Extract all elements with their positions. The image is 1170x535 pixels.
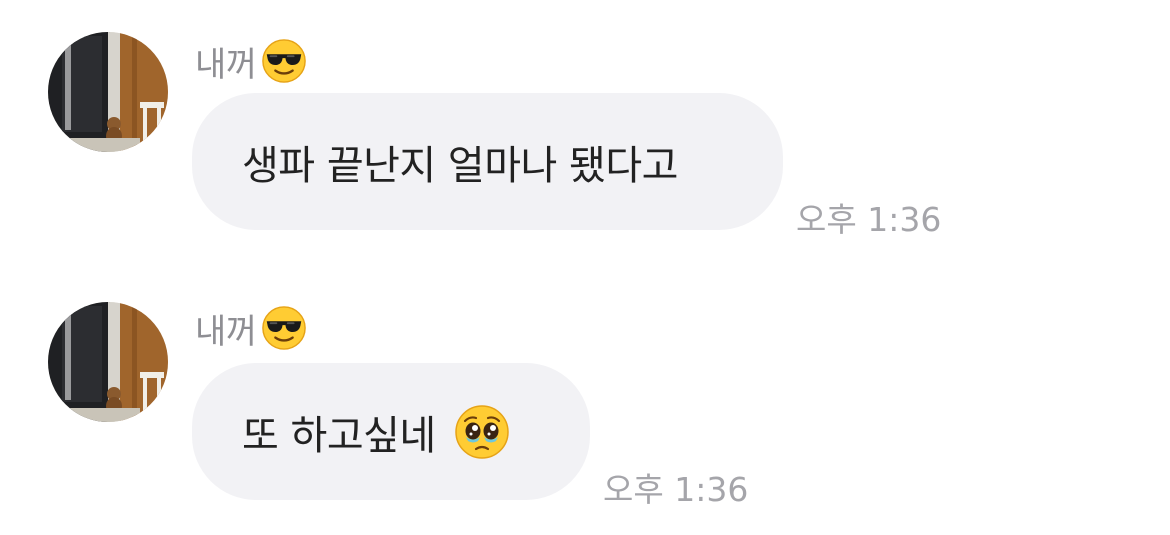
smiling-face-with-sunglasses-icon xyxy=(261,38,307,84)
avatar[interactable] xyxy=(48,302,168,422)
smiling-face-with-sunglasses-icon xyxy=(261,305,307,351)
sender-name: 내꺼 xyxy=(195,311,257,352)
avatar[interactable] xyxy=(48,32,168,152)
pleading-face-icon xyxy=(454,404,510,460)
sender-row: 내꺼 xyxy=(195,304,307,352)
message-text: 생파 끝난지 얼마나 됐다고 xyxy=(242,142,678,189)
message-bubble[interactable]: 생파 끝난지 얼마나 됐다고 xyxy=(192,93,783,230)
message-timestamp: 오후 1:36 xyxy=(796,200,942,239)
message-bubble[interactable]: 또 하고싶네 xyxy=(192,363,590,500)
sender-name: 내꺼 xyxy=(195,44,257,85)
message-text: 또 하고싶네 xyxy=(242,412,436,459)
message-timestamp: 오후 1:36 xyxy=(603,470,749,509)
sender-row: 내꺼 xyxy=(195,37,307,85)
